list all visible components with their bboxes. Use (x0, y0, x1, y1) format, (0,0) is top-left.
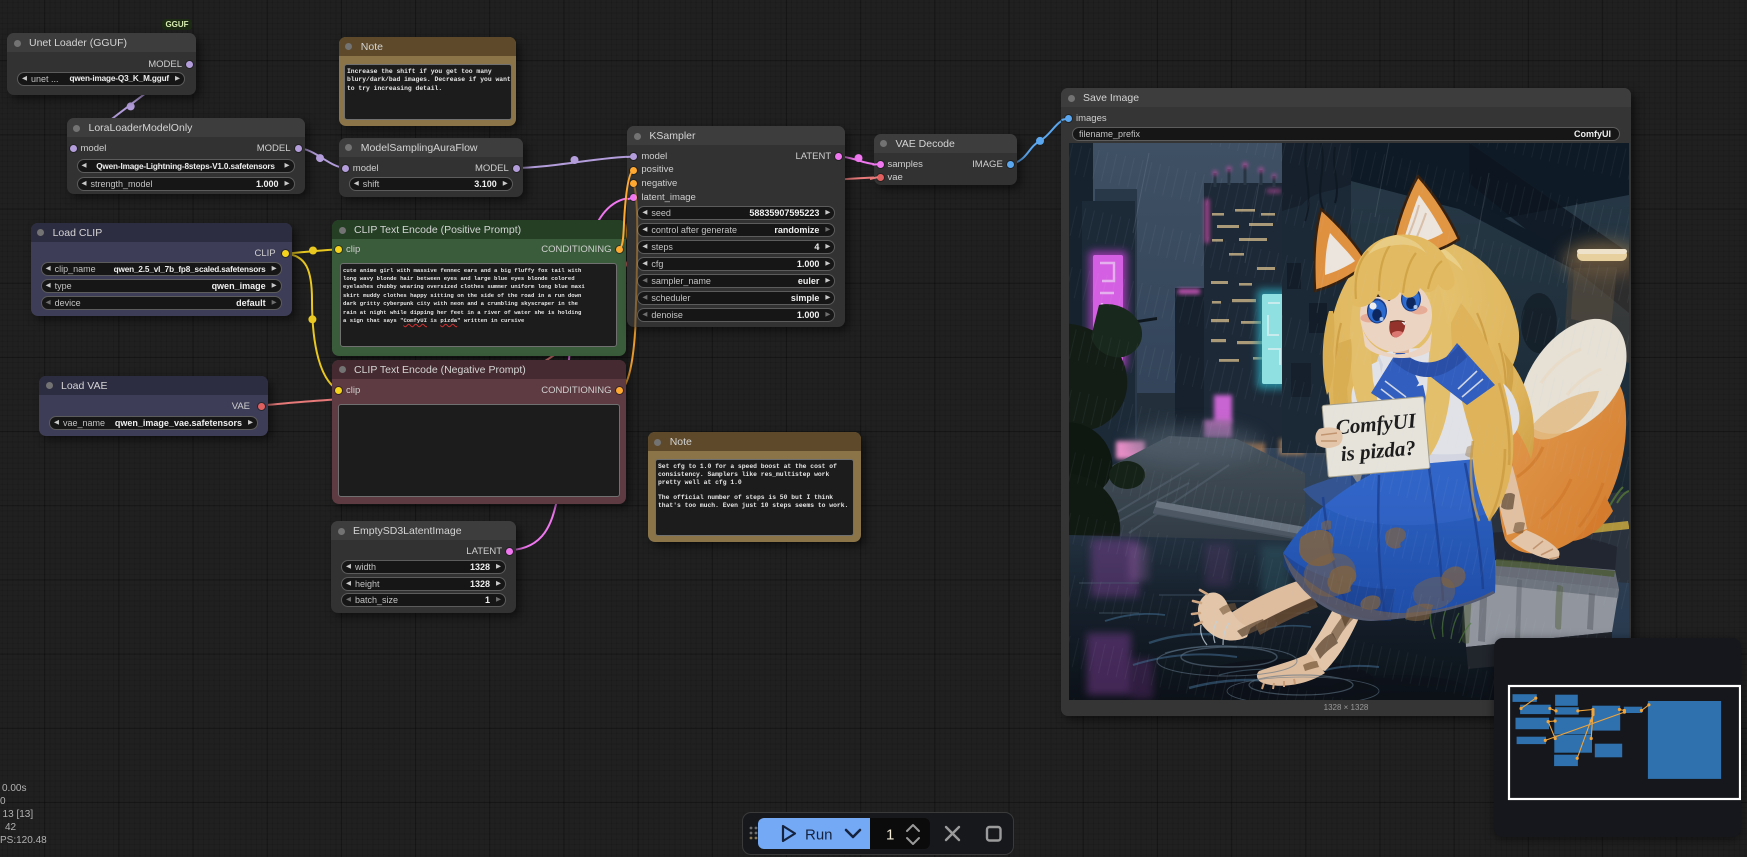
svg-text:1: 1 (886, 826, 894, 843)
svg-text:Run: Run (805, 826, 833, 843)
